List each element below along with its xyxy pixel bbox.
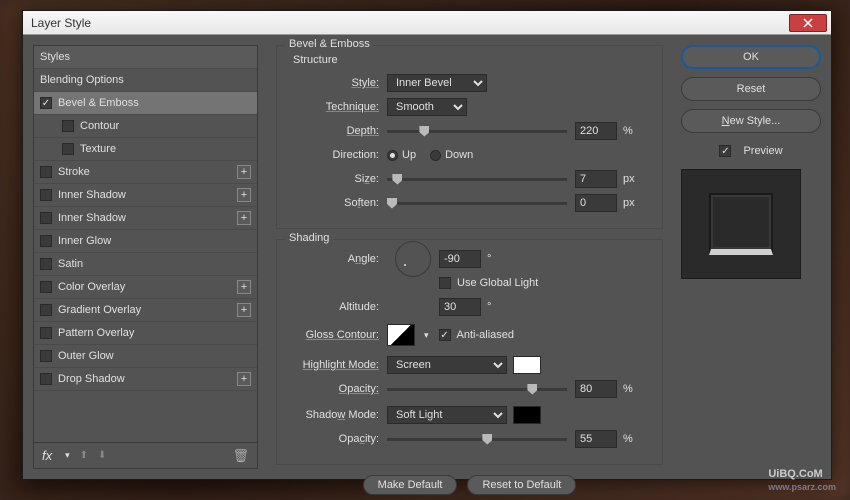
contour-chevron-icon[interactable]: ▾ (424, 330, 429, 341)
structure-label: Structure (293, 54, 650, 66)
size-slider[interactable] (387, 178, 567, 181)
size-input[interactable] (575, 170, 617, 188)
style-select[interactable]: Inner Bevel (387, 74, 487, 92)
angle-dial[interactable] (395, 241, 431, 277)
styles-panel: Styles Blending Options Bevel & Emboss C… (33, 45, 258, 469)
checkbox-inner-glow[interactable] (40, 235, 52, 247)
style-inner-shadow-2[interactable]: Inner Shadow+ (34, 207, 257, 230)
checkbox-gradient-overlay[interactable] (40, 304, 52, 316)
gloss-contour-picker[interactable] (387, 324, 415, 346)
soften-slider[interactable] (387, 202, 567, 205)
size-label: Size: (289, 173, 387, 185)
dialog-title: Layer Style (31, 16, 91, 30)
checkbox-drop-shadow[interactable] (40, 373, 52, 385)
styles-footer: fx ▾ ⬆ ⬇ 🗑 (33, 443, 258, 469)
style-pattern-overlay[interactable]: Pattern Overlay (34, 322, 257, 345)
move-down-icon[interactable]: ⬇ (98, 450, 106, 461)
ok-button[interactable]: OK (681, 45, 821, 69)
radio-down[interactable] (430, 150, 441, 161)
antialiased-checkbox[interactable] (439, 329, 451, 341)
checkbox-bevel[interactable] (40, 97, 52, 109)
technique-label: Technique: (289, 101, 387, 113)
style-satin[interactable]: Satin (34, 253, 257, 276)
soften-label: Soften: (289, 197, 387, 209)
checkbox-stroke[interactable] (40, 166, 52, 178)
close-button[interactable] (789, 14, 827, 32)
style-color-overlay[interactable]: Color Overlay+ (34, 276, 257, 299)
add-drop-shadow[interactable]: + (237, 372, 251, 386)
altitude-input[interactable] (439, 298, 481, 316)
watermark: UiBQ.CoMwww.psarz.com (768, 461, 836, 492)
altitude-label: Altitude: (289, 301, 387, 313)
shadow-mode-label: Shadow Mode: (289, 409, 387, 421)
checkbox-pattern-overlay[interactable] (40, 327, 52, 339)
fx-chevron-icon: ▾ (65, 450, 70, 461)
trash-icon[interactable]: 🗑 (232, 448, 249, 464)
highlight-opacity-slider[interactable] (387, 388, 567, 391)
angle-input[interactable] (439, 250, 481, 268)
checkbox-satin[interactable] (40, 258, 52, 270)
direction-label: Direction: (289, 149, 387, 161)
highlight-mode-select[interactable]: Screen (387, 356, 507, 374)
add-inner-shadow-2[interactable]: + (237, 211, 251, 225)
shadow-mode-select[interactable]: Soft Light (387, 406, 507, 424)
make-default-button[interactable]: Make Default (363, 475, 458, 495)
blending-options[interactable]: Blending Options (34, 69, 257, 92)
style-bevel-emboss[interactable]: Bevel & Emboss (34, 92, 257, 115)
add-gradient-overlay[interactable]: + (237, 303, 251, 317)
checkbox-outer-glow[interactable] (40, 350, 52, 362)
checkbox-inner-shadow-1[interactable] (40, 189, 52, 201)
shadow-color-swatch[interactable] (513, 406, 541, 424)
style-outer-glow[interactable]: Outer Glow (34, 345, 257, 368)
global-light-checkbox[interactable] (439, 277, 451, 289)
style-inner-shadow-1[interactable]: Inner Shadow+ (34, 184, 257, 207)
angle-label: Angle: (289, 253, 387, 265)
move-up-icon[interactable]: ⬆ (80, 450, 88, 461)
checkbox-contour[interactable] (62, 120, 74, 132)
preview-checkbox[interactable] (719, 145, 731, 157)
checkbox-texture[interactable] (62, 143, 74, 155)
add-inner-shadow-1[interactable]: + (237, 188, 251, 202)
style-texture[interactable]: Texture (34, 138, 257, 161)
highlight-opacity-input[interactable] (575, 380, 617, 398)
preview-thumbnail (681, 169, 801, 279)
depth-input[interactable] (575, 122, 617, 140)
style-drop-shadow[interactable]: Drop Shadow+ (34, 368, 257, 391)
add-color-overlay[interactable]: + (237, 280, 251, 294)
highlight-color-swatch[interactable] (513, 356, 541, 374)
reset-button[interactable]: Reset (681, 77, 821, 101)
action-panel: OK Reset New Style... Preview (681, 45, 821, 469)
panel-title: Bevel & Emboss (285, 38, 374, 50)
shadow-opacity-label: Opacity: (289, 433, 387, 445)
fx-menu[interactable]: fx (42, 448, 52, 463)
checkbox-inner-shadow-2[interactable] (40, 212, 52, 224)
titlebar: Layer Style (23, 11, 831, 35)
highlight-opacity-label: Opacity: (289, 383, 387, 395)
soften-input[interactable] (575, 194, 617, 212)
shadow-opacity-slider[interactable] (387, 438, 567, 441)
shadow-opacity-input[interactable] (575, 430, 617, 448)
reset-default-button[interactable]: Reset to Default (467, 475, 576, 495)
styles-header[interactable]: Styles (34, 46, 257, 69)
style-gradient-overlay[interactable]: Gradient Overlay+ (34, 299, 257, 322)
style-stroke[interactable]: Stroke+ (34, 161, 257, 184)
style-contour[interactable]: Contour (34, 115, 257, 138)
layer-style-dialog: Layer Style Styles Blending Options Beve… (22, 10, 832, 480)
radio-up[interactable] (387, 150, 398, 161)
style-label: Style: (289, 77, 387, 89)
gloss-contour-label: Gloss Contour: (289, 329, 387, 341)
technique-select[interactable]: Smooth (387, 98, 467, 116)
depth-label: Depth: (289, 125, 387, 137)
style-inner-glow[interactable]: Inner Glow (34, 230, 257, 253)
new-style-button[interactable]: New Style... (681, 109, 821, 133)
depth-slider[interactable] (387, 130, 567, 133)
add-stroke[interactable]: + (237, 165, 251, 179)
highlight-mode-label: Highlight Mode: (289, 359, 387, 371)
shading-label: Shading (285, 232, 333, 244)
close-icon (803, 18, 813, 28)
settings-panel: Bevel & Emboss Structure Style:Inner Bev… (268, 45, 671, 469)
checkbox-color-overlay[interactable] (40, 281, 52, 293)
